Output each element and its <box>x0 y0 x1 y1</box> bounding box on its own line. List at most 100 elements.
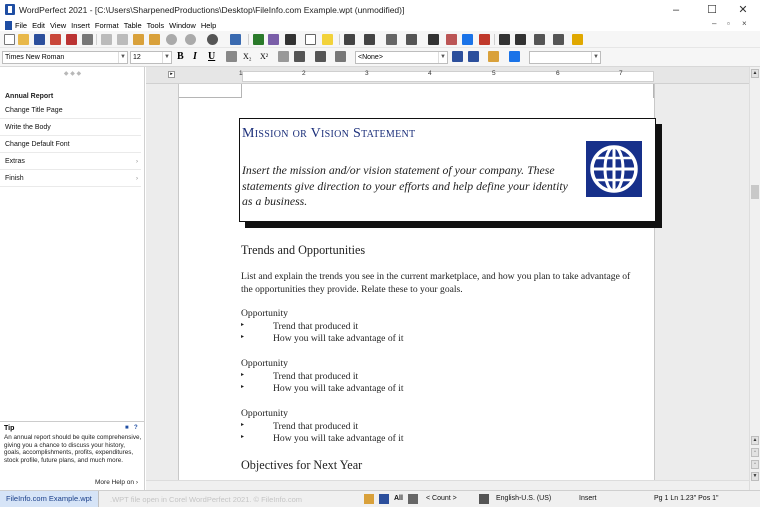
line-spacing-icon[interactable] <box>315 51 326 62</box>
graphics-icon[interactable] <box>230 34 241 45</box>
sidebar-item-extras[interactable]: Extras › <box>0 154 141 170</box>
paste-icon[interactable] <box>133 34 144 45</box>
horizontal-scrollbar[interactable] <box>146 480 749 490</box>
secondary-combo[interactable]: ▼ <box>529 51 601 64</box>
line-tool-icon[interactable] <box>285 34 296 45</box>
ruler[interactable]: ▸ 1 2 3 4 5 6 7 <box>146 67 749 84</box>
sidebar-item-change-title-page[interactable]: Change Title Page <box>0 103 141 119</box>
sidebar-item-change-default-font[interactable]: Change Default Font <box>0 137 141 153</box>
sidebar-grip-icon[interactable]: ◆ ◆ ◆ <box>0 70 145 77</box>
word-count[interactable]: < Count > <box>426 495 457 502</box>
next-page-icon[interactable]: ▼ <box>751 472 759 481</box>
spell-as-you-go-icon[interactable] <box>468 51 479 62</box>
print-preview-icon[interactable] <box>66 34 77 45</box>
zoom-icon[interactable] <box>207 34 218 45</box>
save-icon[interactable] <box>34 34 45 45</box>
language-icon[interactable] <box>479 494 489 504</box>
bold-button[interactable]: B <box>177 51 184 63</box>
close-button[interactable]: ✕ <box>726 0 760 19</box>
bookmark-icon[interactable] <box>479 34 490 45</box>
scroll-thumb[interactable] <box>751 185 759 199</box>
menu-insert[interactable]: Insert <box>71 21 90 30</box>
vertical-scrollbar[interactable]: ▲ ▲ ▫ ▫ ▼ <box>749 67 760 490</box>
printer-icon[interactable] <box>408 494 418 504</box>
style-combo[interactable]: <None> ▼ <box>355 51 448 64</box>
select-icon[interactable] <box>379 494 389 504</box>
scroll-up-icon[interactable]: ▲ <box>751 69 759 78</box>
doc-restore-button[interactable]: ▫ <box>727 19 730 31</box>
prev-page-icon[interactable]: ▲ <box>751 436 759 445</box>
mission-box[interactable]: Mission or Vision Statement Insert the m… <box>239 118 662 228</box>
document-area[interactable]: ▸ 1 2 3 4 5 6 7 Mission or Vision Statem… <box>146 67 749 490</box>
paste-special-icon[interactable] <box>149 34 160 45</box>
columns-icon[interactable] <box>386 34 397 45</box>
more-help-link[interactable]: More Help on › <box>95 479 138 486</box>
insert-mode-status[interactable]: Insert <box>579 495 597 502</box>
superscript-button[interactable]: X² <box>260 51 268 63</box>
copy-icon[interactable] <box>117 34 128 45</box>
font-size-combo[interactable]: 12 ▼ <box>130 51 172 64</box>
quickformat-icon[interactable] <box>452 51 463 62</box>
menu-file[interactable]: File <box>15 21 27 30</box>
redo-icon[interactable] <box>185 34 196 45</box>
underline-button[interactable]: U <box>208 51 215 63</box>
doc-minimize-button[interactable]: – <box>712 19 716 31</box>
favorite-star-icon[interactable] <box>572 34 583 45</box>
all-label[interactable]: All <box>394 495 403 502</box>
cursor-position[interactable]: Pg 1 Ln 1.23" Pos 1" <box>654 495 719 502</box>
highlighter-icon[interactable] <box>322 34 333 45</box>
sidebar-item-write-the-body[interactable]: Write the Body <box>0 120 141 136</box>
document-tab[interactable]: FileInfo.com Example.wpt <box>0 491 99 507</box>
forward-arrow-icon[interactable] <box>515 34 526 45</box>
minimize-button[interactable]: – <box>659 0 693 19</box>
help-icon[interactable]: ? <box>134 425 138 431</box>
shadow-cursor-icon[interactable] <box>364 494 374 504</box>
bookmark-link-icon[interactable] <box>509 51 520 62</box>
italic-button[interactable]: I <box>193 51 197 63</box>
numbering-icon[interactable] <box>344 34 355 45</box>
chevron-right-icon: › <box>136 176 138 182</box>
new-document-icon[interactable] <box>4 34 15 45</box>
doc-close-button[interactable]: × <box>742 19 747 31</box>
highlight-tool-icon[interactable] <box>268 34 279 45</box>
font-color-icon[interactable] <box>335 51 346 62</box>
publish-pdf-icon[interactable] <box>50 34 61 45</box>
spell-check-icon[interactable] <box>253 34 264 45</box>
page-icon[interactable]: ▫ <box>751 460 759 469</box>
menu-help[interactable]: Help <box>201 21 216 30</box>
menu-edit[interactable]: Edit <box>32 21 45 30</box>
bullets-icon[interactable] <box>364 34 375 45</box>
sidebar-item-finish[interactable]: Finish › <box>0 171 141 187</box>
maximize-button[interactable]: ☐ <box>695 0 729 19</box>
back-arrow-icon[interactable] <box>499 34 510 45</box>
reveal-codes-icon[interactable] <box>446 34 457 45</box>
font-name-combo[interactable]: Times New Roman ▼ <box>2 51 128 64</box>
fit-page-icon[interactable] <box>428 34 439 45</box>
pin-icon[interactable]: ■ <box>125 425 129 431</box>
menu-window[interactable]: Window <box>169 21 196 30</box>
strikethrough-icon[interactable] <box>226 51 237 62</box>
subscript-button[interactable]: X₂ <box>243 51 252 63</box>
open-folder-icon[interactable] <box>18 34 29 45</box>
table-icon[interactable] <box>406 34 417 45</box>
justification-icon[interactable] <box>294 51 305 62</box>
print-icon[interactable] <box>82 34 93 45</box>
font-increase-icon[interactable] <box>553 34 564 45</box>
language-status[interactable]: English-U.S. (US) <box>496 495 551 502</box>
page-icon[interactable]: ▫ <box>751 448 759 457</box>
undo-icon[interactable] <box>166 34 177 45</box>
font-decrease-icon[interactable] <box>534 34 545 45</box>
menu-table[interactable]: Table <box>124 21 142 30</box>
document-icon[interactable] <box>5 20 12 30</box>
menu-format[interactable]: Format <box>95 21 119 30</box>
ruler-corner-icon[interactable]: ▸ <box>168 71 175 78</box>
show-symbols-icon[interactable] <box>462 34 473 45</box>
cut-icon[interactable] <box>101 34 112 45</box>
text-box-icon[interactable] <box>305 34 316 45</box>
menu-view[interactable]: View <box>50 21 66 30</box>
hyperlink-icon[interactable] <box>488 51 499 62</box>
document-page[interactable]: Mission or Vision Statement Insert the m… <box>178 84 662 490</box>
clear-format-icon[interactable] <box>278 51 289 62</box>
menu-tools[interactable]: Tools <box>147 21 165 30</box>
title-bar: WordPerfect 2021 - [C:\Users\SharpenedPr… <box>0 0 760 19</box>
